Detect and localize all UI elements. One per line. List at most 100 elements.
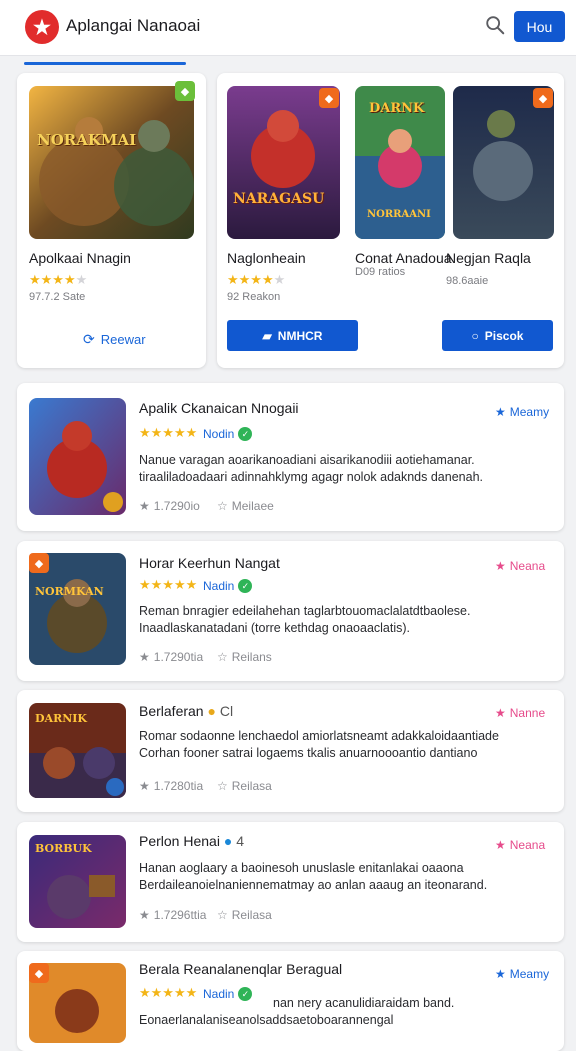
featured-card[interactable]: NORAKMAI ◆ Apolkaai Nnagin ★★★★★ 97.7.2 … bbox=[17, 73, 206, 368]
corner-badge-icon: ◆ bbox=[533, 88, 553, 108]
list-item[interactable]: NORMKAN ◆ Horar Keerhun Nangat ★★★★★ Nad… bbox=[17, 541, 564, 681]
install-label: NMHCR bbox=[277, 328, 323, 343]
verified-label: Nadin ✓ bbox=[203, 579, 253, 593]
item-description: Corhan fooner satrai logaems tkalis anua… bbox=[139, 746, 478, 760]
game-art-title: NORMKAN bbox=[35, 585, 104, 598]
list-item[interactable]: DARNIK Berlaferan ● Cl ★ Nanne Romar soda… bbox=[17, 690, 564, 812]
star-outline-icon: ☆ bbox=[217, 499, 228, 513]
rating-stars: ★★★★★ bbox=[29, 272, 88, 287]
star-outline-icon: ☆ bbox=[217, 779, 228, 793]
item-stat: ★ 1.7290tia bbox=[139, 650, 204, 664]
item-description: Romar sodaonne lenchaedol amiorlatsneamt… bbox=[139, 729, 499, 743]
game-art-title: DARNK bbox=[369, 101, 425, 116]
featured-action-label: Reewar bbox=[100, 332, 146, 347]
item-title: Berala Reanalanenqlar Beragual bbox=[139, 961, 343, 977]
verified-label: Nadin ✓ bbox=[203, 987, 253, 1001]
list-item[interactable]: ◆ Berala Reanalanenqlar Beragual ★★★★★ N… bbox=[17, 951, 564, 1051]
rating-stars: ★★★★★ bbox=[139, 577, 198, 592]
item-title: Horar Keerhun Nangat bbox=[139, 555, 280, 571]
star-small-icon: ★ bbox=[495, 838, 506, 852]
item-tag[interactable]: ★ Neana bbox=[495, 838, 545, 852]
open-label: Piscok bbox=[484, 328, 524, 343]
game-art-title: BORBUK bbox=[35, 842, 92, 855]
refresh-icon: ⟳ bbox=[83, 331, 95, 347]
item-stat: ★ 1.7280tia bbox=[139, 779, 204, 793]
item-stat: ☆ Meilaee bbox=[217, 499, 274, 513]
download-icon: ▰ bbox=[262, 328, 272, 343]
star-outline-icon: ★ bbox=[139, 779, 150, 793]
item-title: Perlon Henai ● 4 bbox=[139, 833, 244, 849]
star-small-icon: ★ bbox=[495, 706, 506, 720]
item-tag[interactable]: ★ Meamy bbox=[495, 405, 549, 419]
app-title: Aplangai Nanaoai bbox=[66, 16, 201, 35]
item-description: nan nery acanulidiaraidam band. bbox=[273, 996, 455, 1010]
featured-meta: 92 Reakon bbox=[227, 291, 281, 303]
app-header: ★ Aplangai Nanaoai Hou bbox=[0, 0, 576, 56]
game-art-image bbox=[453, 86, 554, 239]
game-art-image bbox=[227, 86, 340, 239]
corner-badge-icon: ◆ bbox=[319, 88, 339, 108]
verified-icon: ✓ bbox=[238, 987, 253, 1001]
game-art-title: NARAGASU bbox=[233, 191, 325, 207]
star-outline-icon: ★ bbox=[139, 499, 150, 513]
featured-name: Negjan Raqla bbox=[446, 250, 531, 266]
corner-badge-icon: ◆ bbox=[29, 963, 49, 983]
star-outline-icon: ★ bbox=[139, 650, 150, 664]
game-icon-image bbox=[29, 398, 126, 515]
featured-meta: 97.7.2 Sate bbox=[29, 291, 86, 303]
blue-badge-icon: ● bbox=[223, 833, 233, 849]
item-description: Inaadlaskanatadani (torre kethdag onaoaa… bbox=[139, 621, 411, 635]
rating-stars: ★★★★★ bbox=[139, 985, 198, 1000]
item-description: Berdaileanoielnaniennematmay ao anlan aa… bbox=[139, 878, 488, 892]
star-outline-icon: ☆ bbox=[217, 650, 228, 664]
featured-name: Apolkaai Nnagin bbox=[29, 250, 131, 266]
featured-action-link[interactable]: ⟳ Reewar bbox=[83, 331, 146, 348]
item-tag[interactable]: ★ Meamy bbox=[495, 967, 549, 981]
featured-card-wide[interactable]: NARAGASU ◆ DARNK NORRAANI ◆ Naglonheain … bbox=[217, 73, 564, 368]
item-description: Reman bnragier edeilahehan taglarbtouoma… bbox=[139, 604, 471, 618]
item-tag[interactable]: ★ Nanne bbox=[495, 706, 545, 720]
game-art-subtitle: NORRAANI bbox=[367, 209, 431, 220]
header-action-button[interactable]: Hou bbox=[514, 11, 565, 42]
item-description: Hanan aoglaary a baoinesoh unuslasle eni… bbox=[139, 861, 464, 875]
item-stat: ☆ Reilasa bbox=[217, 908, 272, 922]
featured-name: Conat Anadoua bbox=[355, 250, 452, 266]
search-small-icon: ○ bbox=[471, 328, 479, 343]
game-art-title: DARNIK bbox=[35, 712, 87, 725]
star-outline-icon: ★ bbox=[139, 908, 150, 922]
featured-open-button[interactable]: ○ Piscok bbox=[442, 320, 553, 351]
game-art-image bbox=[29, 86, 194, 239]
featured-meta: 98.6aaie bbox=[446, 275, 489, 287]
corner-badge-icon: ◆ bbox=[175, 81, 195, 101]
verified-icon: ✓ bbox=[238, 427, 253, 441]
featured-meta: D09 ratios bbox=[355, 266, 406, 278]
item-title: Apalik Ckanaican Nnogaii bbox=[139, 400, 299, 416]
rating-stars: ★★★★★ bbox=[227, 272, 286, 287]
item-stat: ☆ Reilasa bbox=[217, 779, 272, 793]
item-tag[interactable]: ★ Neana bbox=[495, 559, 545, 573]
item-stat: ★ 1.7296ttia bbox=[139, 908, 207, 922]
list-item[interactable]: BORBUK Perlon Henai ● 4 ★ Neana Hanan aog… bbox=[17, 822, 564, 942]
star-small-icon: ★ bbox=[495, 559, 506, 573]
item-title: Berlaferan ● Cl bbox=[139, 703, 234, 719]
list-item[interactable]: Apalik Ckanaican Nnogaii ★★★★★ Nodin ✓ ★ M… bbox=[17, 383, 564, 531]
rating-stars: ★★★★★ bbox=[139, 425, 198, 440]
featured-install-button[interactable]: ▰ NMHCR bbox=[227, 320, 358, 351]
search-icon[interactable] bbox=[484, 14, 506, 36]
corner-badge-icon: ◆ bbox=[29, 553, 49, 573]
game-art-title: NORAKMAI bbox=[37, 131, 137, 149]
verified-label: Nodin ✓ bbox=[203, 427, 253, 441]
item-description: tiraaliladoadaari adinnahklymg agagr nol… bbox=[139, 470, 483, 484]
app-logo-icon[interactable]: ★ bbox=[25, 10, 59, 44]
star-small-icon: ★ bbox=[495, 405, 506, 419]
star-small-icon: ★ bbox=[495, 967, 506, 981]
gold-badge-icon: ● bbox=[207, 703, 216, 719]
item-description: Eonaerlanalaniseanolsaddsaetoboarannenga… bbox=[139, 1013, 394, 1027]
active-tab-indicator bbox=[24, 62, 186, 65]
featured-name: Naglonheain bbox=[227, 250, 306, 266]
item-stat: ☆ Reilans bbox=[217, 650, 272, 664]
verified-icon: ✓ bbox=[238, 579, 253, 593]
item-description: Nanue varagan aoarikanoadiani aisarikano… bbox=[139, 453, 475, 467]
star-outline-icon: ☆ bbox=[217, 908, 228, 922]
item-stat: ★ 1.7290io bbox=[139, 499, 200, 513]
